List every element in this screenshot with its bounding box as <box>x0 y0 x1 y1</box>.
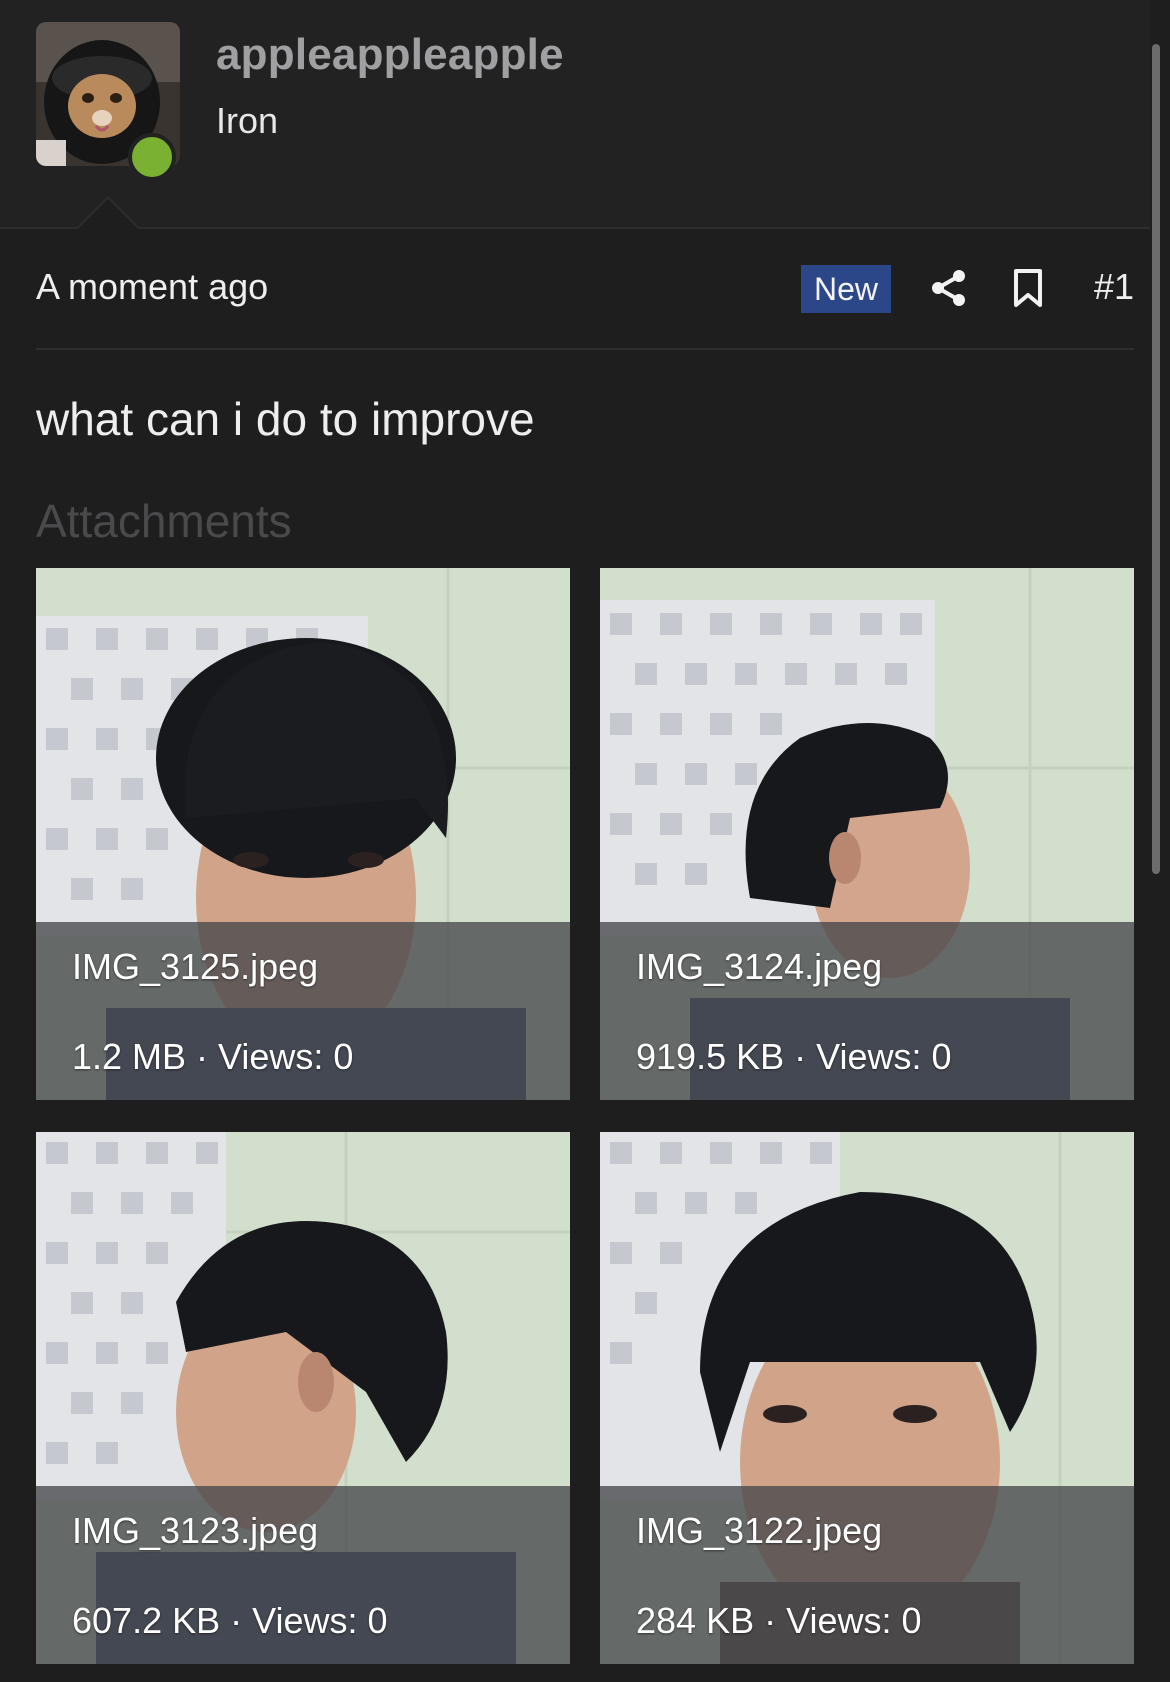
vertical-scrollbar[interactable] <box>1152 44 1160 874</box>
attachment-thumbnail[interactable]: IMG_3125.jpeg 1.2 MB · Views: 0 <box>36 568 570 1100</box>
share-icon <box>932 270 965 306</box>
attachment-meta: 919.5 KB · Views: 0 <box>636 1036 952 1077</box>
attachment-filename[interactable]: IMG_3125.jpeg <box>72 946 318 988</box>
attachment-filename[interactable]: IMG_3124.jpeg <box>636 946 882 988</box>
divider <box>36 348 1134 350</box>
bookmark-icon <box>1014 269 1042 307</box>
attachment-filename[interactable]: IMG_3122.jpeg <box>636 1510 882 1552</box>
new-badge: New <box>801 265 891 313</box>
attachment-thumbnail[interactable]: IMG_3122.jpeg 284 KB · Views: 0 <box>600 1132 1134 1664</box>
attachment-filename[interactable]: IMG_3123.jpeg <box>72 1510 318 1552</box>
bookmark-button[interactable] <box>1011 268 1045 308</box>
username[interactable]: appleappleapple <box>216 30 564 80</box>
attachment-thumbnail[interactable]: IMG_3123.jpeg 607.2 KB · Views: 0 <box>36 1132 570 1664</box>
online-status-indicator <box>128 133 176 181</box>
attachments-heading: Attachments <box>36 495 292 547</box>
attachment-meta: 607.2 KB · Views: 0 <box>72 1600 388 1641</box>
post-body: what can i do to improve <box>36 393 535 445</box>
share-button[interactable] <box>929 268 969 308</box>
post-meta-row: A moment ago New #1 <box>36 260 1134 320</box>
post-timestamp[interactable]: A moment ago <box>36 266 268 308</box>
attachment-thumbnail[interactable]: IMG_3124.jpeg 919.5 KB · Views: 0 <box>600 568 1134 1100</box>
attachment-meta: 284 KB · Views: 0 <box>636 1600 922 1641</box>
user-header: appleappleapple Iron <box>0 0 1150 229</box>
header-pointer <box>76 196 140 229</box>
post-number-link[interactable]: #1 <box>1094 266 1134 308</box>
attachment-meta: 1.2 MB · Views: 0 <box>72 1036 354 1077</box>
user-title: Iron <box>216 100 279 141</box>
